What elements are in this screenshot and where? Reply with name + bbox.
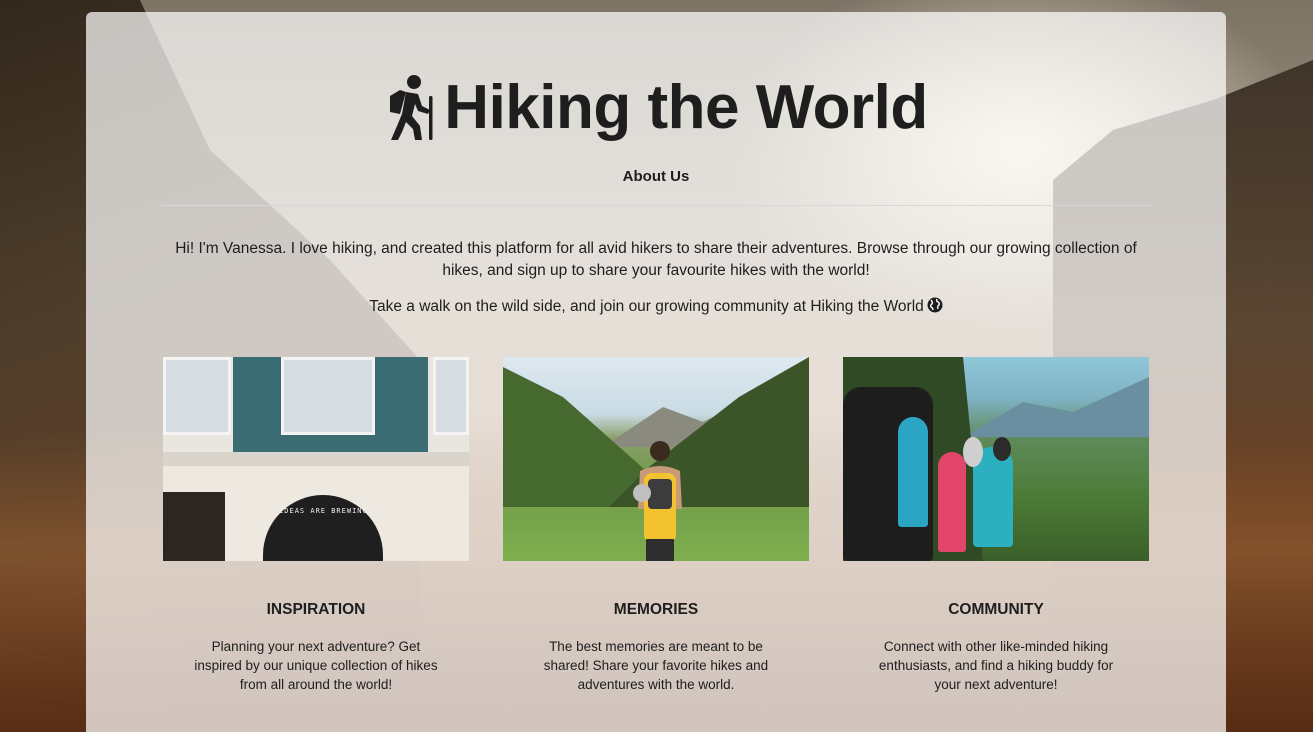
- building-ledge: [163, 452, 469, 466]
- distant-mountains: [963, 377, 1149, 437]
- group-hike-photo: [843, 357, 1149, 561]
- card-text: The best memories are meant to be shared…: [543, 639, 769, 692]
- hiker-backpack: [898, 417, 928, 527]
- card-text: Connect with other like-minded hiking en…: [878, 639, 1114, 692]
- tagline-text: Take a walk on the wild side, and join o…: [369, 298, 924, 315]
- tagline: Take a walk on the wild side, and join o…: [161, 297, 1151, 316]
- building-window: [281, 357, 375, 435]
- intro-text: Hi! I'm Vanessa. I love hiking, and crea…: [175, 240, 1137, 279]
- card-community: COMMUNITY Connect with other like-minded…: [843, 357, 1149, 692]
- hiker-figure: [633, 441, 682, 561]
- content-panel: Hiking the World About Us Hi! I'm Vaness…: [86, 12, 1226, 752]
- shop-sign-text: IDEAS ARE BREWING.: [279, 507, 373, 515]
- card-heading: INSPIRATION: [266, 601, 366, 618]
- card-memories: MEMORIES The best memories are meant to …: [503, 357, 809, 692]
- card-heading: COMMUNITY: [948, 601, 1044, 618]
- site-title: Hiking the World: [444, 73, 928, 142]
- hiker-head: [993, 437, 1011, 461]
- about-us-link[interactable]: About Us: [86, 168, 1226, 185]
- card-heading: MEMORIES: [613, 601, 699, 618]
- building-window: [163, 357, 231, 435]
- header-divider: [161, 205, 1151, 206]
- hiking-person-icon: [390, 75, 433, 140]
- building-window: [433, 357, 469, 435]
- hiker-head: [963, 437, 983, 467]
- valley-hiker-photo: [503, 357, 809, 561]
- globe-icon: [927, 297, 943, 313]
- card-text: Planning your next adventure? Get inspir…: [194, 639, 438, 692]
- card-inspiration: IDEAS ARE BREWING. INSPIRATION Planning …: [163, 357, 469, 692]
- building-photo: IDEAS ARE BREWING.: [163, 357, 469, 561]
- site-header: Hiking the World: [86, 74, 1226, 142]
- hiker-group: [938, 452, 966, 552]
- building-shutter: [163, 492, 225, 561]
